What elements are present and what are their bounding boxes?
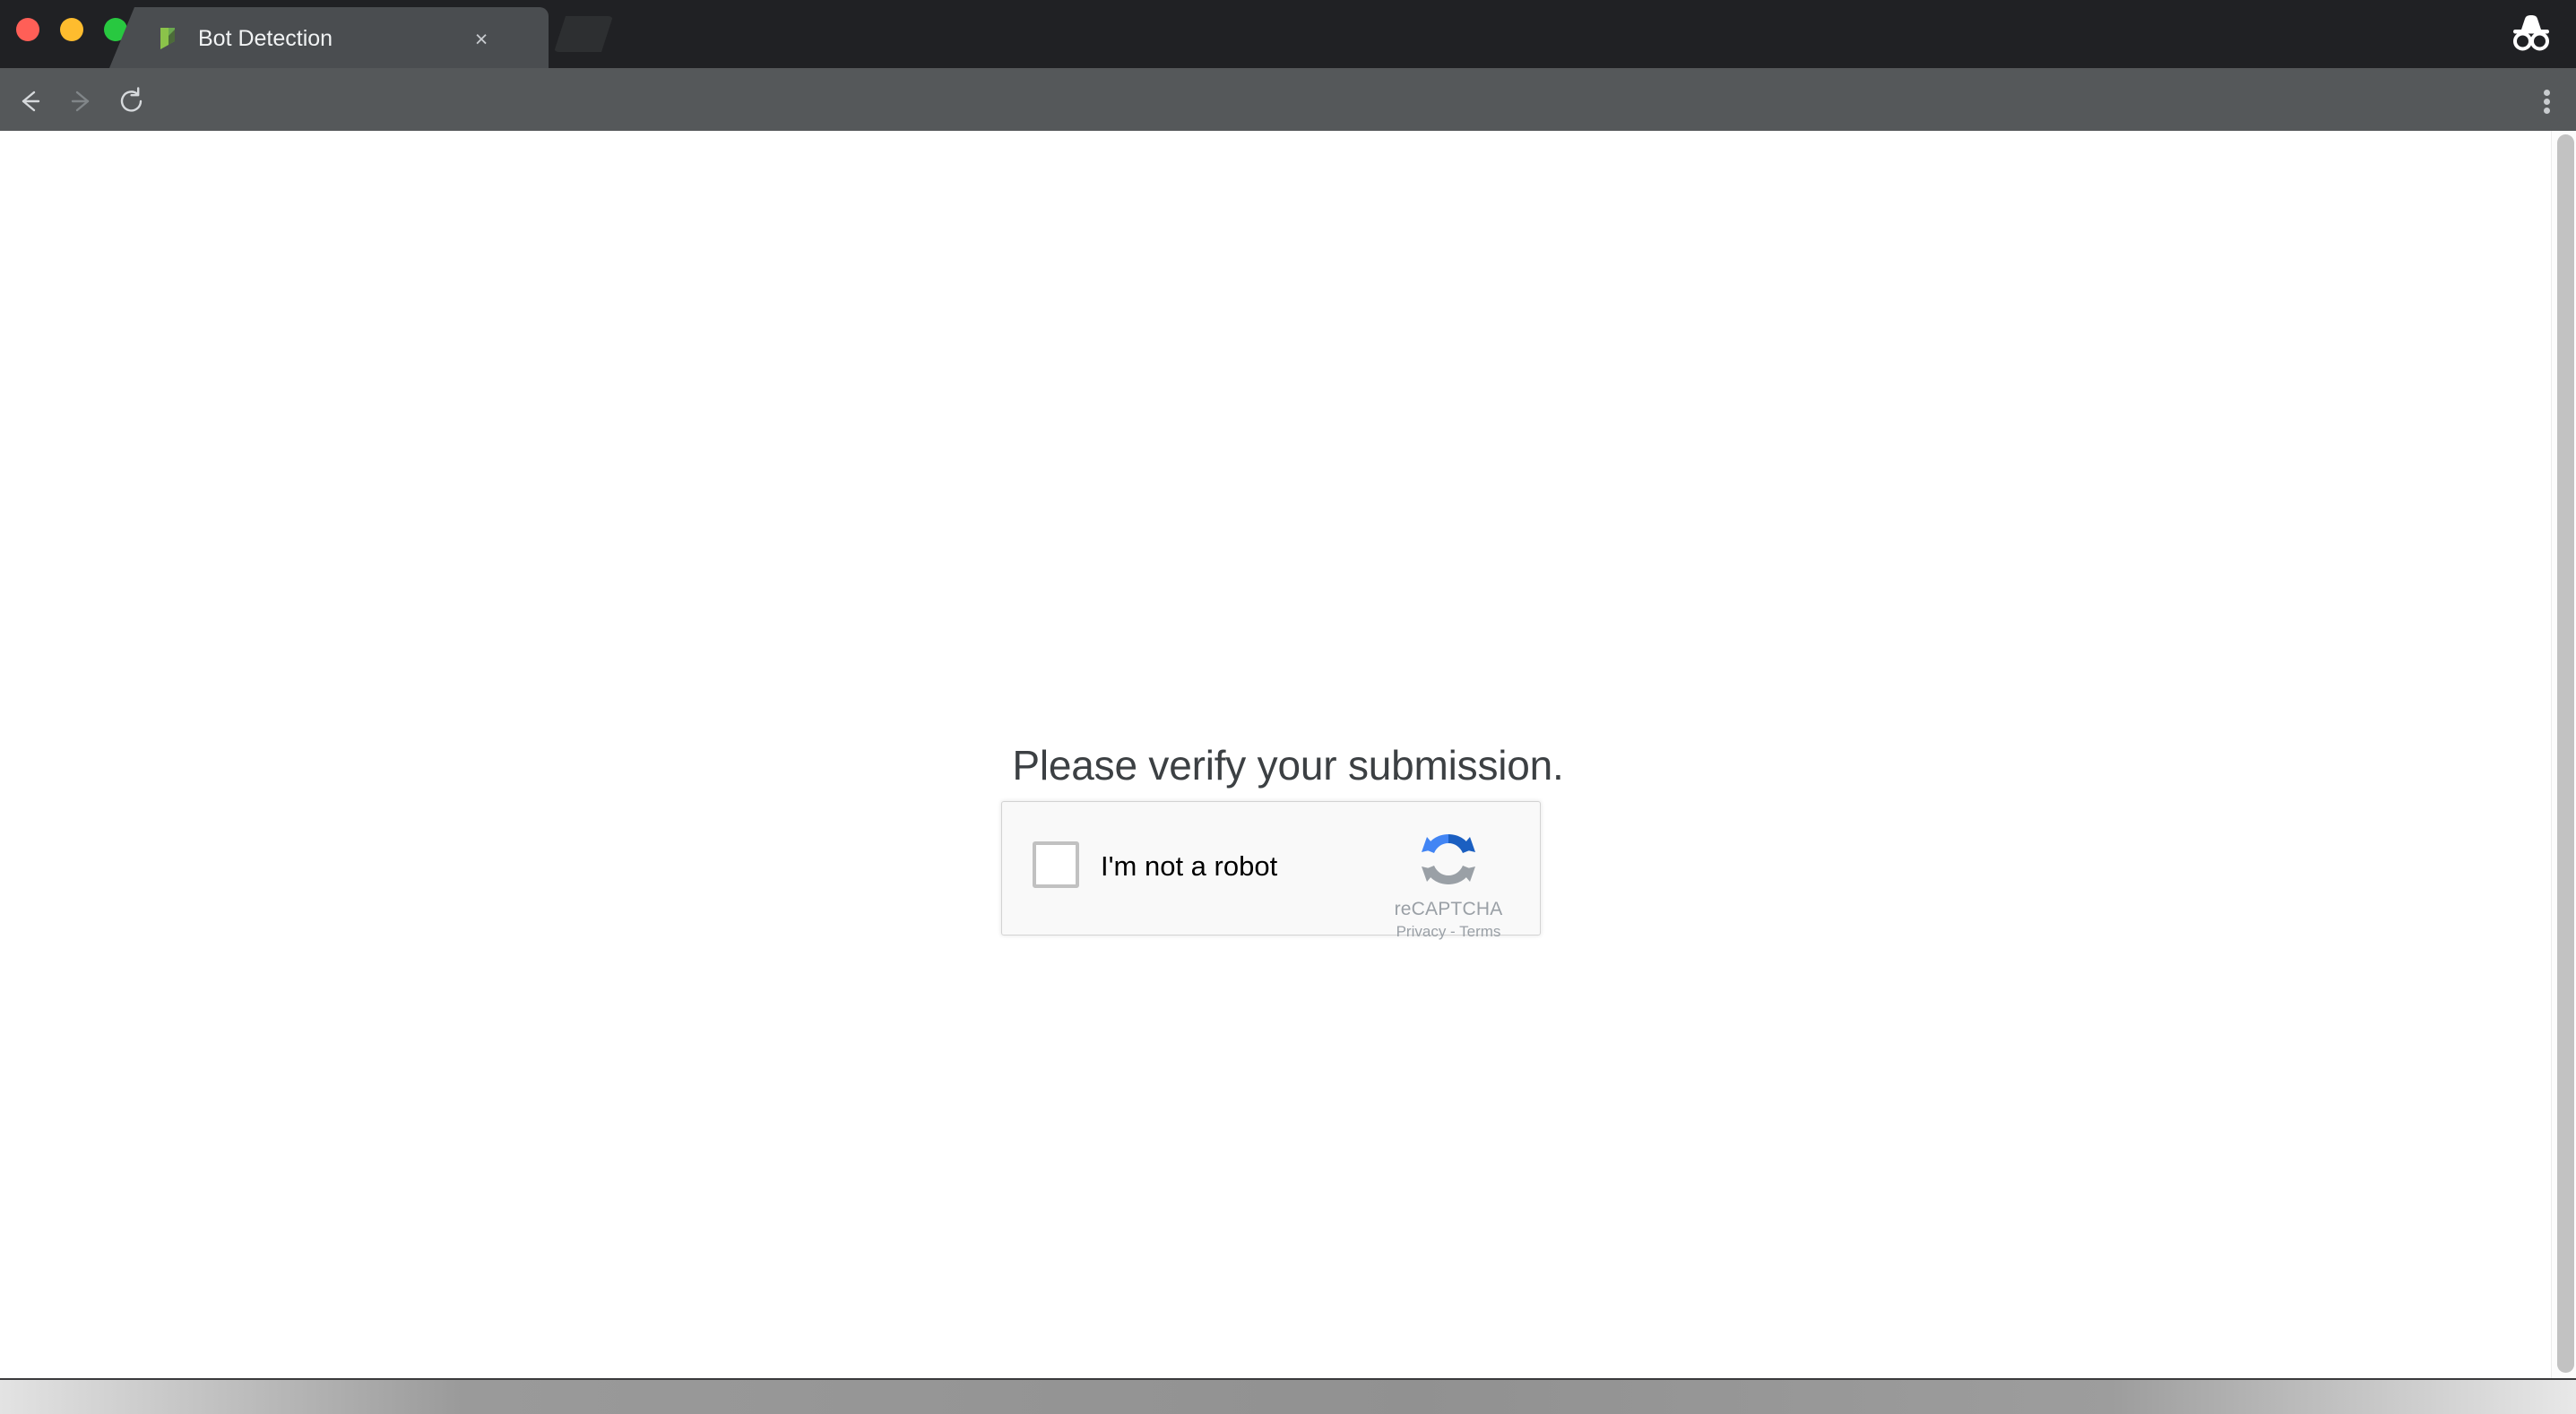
browser-window: Bot Detection × Please verify your submi… — [0, 0, 2576, 1414]
back-arrow-icon[interactable] — [13, 84, 47, 118]
green-flag-favicon — [154, 25, 181, 52]
recaptcha-logo-icon — [1411, 822, 1486, 897]
page-heading: Please verify your submission. — [1012, 741, 1564, 789]
tab-content: Bot Detection × — [109, 7, 549, 68]
forward-arrow-icon — [65, 84, 99, 118]
menu-dot — [2544, 90, 2550, 96]
recaptcha-checkbox-label[interactable]: I'm not a robot — [1101, 850, 1277, 883]
new-tab-button[interactable] — [554, 16, 613, 52]
menu-dot — [2544, 99, 2550, 105]
three-dot-menu-icon[interactable] — [2531, 86, 2562, 116]
tab-bot-detection[interactable]: Bot Detection × — [109, 7, 549, 68]
reload-icon[interactable] — [115, 84, 149, 118]
recaptcha-brand-name: reCAPTCHA — [1394, 899, 1503, 919]
tab-close-icon[interactable]: × — [470, 28, 493, 51]
window-close-button[interactable] — [16, 18, 39, 41]
scrollbar-thumb[interactable] — [2557, 134, 2574, 1373]
recaptcha-widget[interactable]: I'm not a robot reCAPTCHA Privacy - Term… — [1001, 801, 1541, 940]
browser-toolbar — [0, 68, 2576, 177]
page-viewport: Please verify your submission. I'm not a… — [0, 131, 2576, 1378]
title-bar: Bot Detection × — [0, 0, 2576, 68]
window-bottom-edge — [0, 1378, 2576, 1414]
recaptcha-checkbox[interactable] — [1033, 841, 1079, 888]
recaptcha-legal-links[interactable]: Privacy - Terms — [1377, 922, 1520, 942]
page-scrollbar[interactable] — [2551, 131, 2576, 1378]
recaptcha-branding: reCAPTCHA Privacy - Terms — [1377, 822, 1520, 942]
window-controls — [16, 18, 127, 41]
incognito-icon — [2506, 11, 2556, 56]
menu-dot — [2544, 108, 2550, 114]
window-minimize-button[interactable] — [60, 18, 83, 41]
